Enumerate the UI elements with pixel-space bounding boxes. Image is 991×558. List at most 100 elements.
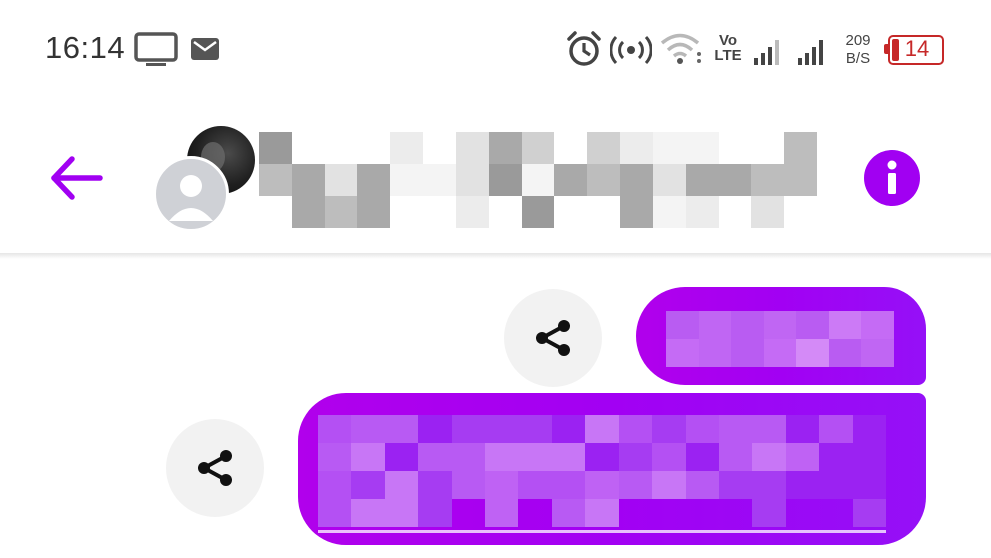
redaction-pixel bbox=[652, 415, 686, 443]
redaction-pixel bbox=[291, 196, 325, 228]
redaction-pixel bbox=[259, 164, 292, 196]
redaction-pixel bbox=[685, 443, 719, 471]
redaction-pixel bbox=[718, 415, 753, 443]
default-avatar bbox=[153, 156, 229, 232]
alarm-icon bbox=[567, 31, 601, 66]
redaction-pixel bbox=[521, 196, 555, 228]
link-underline bbox=[318, 530, 886, 533]
battery-percentage: 14 bbox=[904, 36, 930, 61]
redaction-pixel bbox=[585, 499, 619, 527]
redaction-pixel bbox=[357, 196, 391, 228]
battery-icon: 14 bbox=[884, 35, 946, 65]
redaction-pixel bbox=[666, 339, 699, 367]
redaction-pixel bbox=[751, 196, 785, 228]
redaction-pixel bbox=[796, 339, 829, 367]
redaction-pixel bbox=[752, 499, 786, 527]
redaction-pixel bbox=[852, 471, 886, 499]
redaction-pixel bbox=[652, 132, 686, 164]
redaction-pixel bbox=[698, 311, 732, 339]
redaction-pixel bbox=[423, 196, 456, 228]
redaction-pixel bbox=[718, 443, 753, 471]
redaction-pixel bbox=[351, 443, 385, 471]
redaction-pixel bbox=[451, 443, 486, 471]
redaction-pixel bbox=[585, 443, 619, 471]
redaction-pixel bbox=[318, 443, 352, 471]
redacted-message-text bbox=[666, 311, 894, 367]
redaction-pixel bbox=[685, 164, 719, 196]
redaction-pixel bbox=[587, 132, 621, 164]
message-list[interactable] bbox=[0, 259, 991, 558]
redaction-pixel bbox=[618, 471, 653, 499]
redaction-pixel bbox=[852, 415, 886, 443]
redaction-pixel bbox=[852, 499, 886, 527]
redaction-pixel bbox=[785, 471, 820, 499]
redaction-pixel bbox=[518, 443, 552, 471]
contact-avatar-group[interactable] bbox=[153, 126, 257, 232]
redaction-pixel bbox=[652, 164, 686, 196]
redaction-pixel bbox=[587, 164, 621, 196]
redaction-pixel bbox=[418, 499, 452, 527]
hotspot-icon bbox=[610, 35, 652, 65]
back-button[interactable] bbox=[48, 152, 106, 204]
redaction-pixel bbox=[861, 311, 894, 339]
redaction-pixel bbox=[554, 132, 587, 164]
redaction-pixel bbox=[455, 164, 489, 196]
tv-icon bbox=[134, 32, 178, 66]
redaction-pixel bbox=[652, 499, 685, 527]
message-bubble[interactable] bbox=[636, 287, 926, 385]
redaction-pixel bbox=[292, 132, 325, 164]
volte-top-label: Vo bbox=[718, 32, 738, 49]
contact-name-redacted[interactable] bbox=[259, 132, 817, 228]
redaction-pixel bbox=[685, 415, 719, 443]
redaction-pixel bbox=[719, 132, 752, 164]
redaction-pixel bbox=[455, 196, 489, 228]
redaction-pixel bbox=[719, 499, 752, 527]
redaction-pixel bbox=[452, 499, 485, 527]
redaction-pixel bbox=[485, 415, 519, 443]
redaction-pixel bbox=[551, 471, 586, 499]
redaction-pixel bbox=[423, 132, 456, 164]
redaction-pixel bbox=[384, 499, 419, 527]
info-button[interactable] bbox=[864, 150, 920, 206]
redaction-pixel bbox=[685, 471, 719, 499]
signal-icon bbox=[754, 40, 779, 65]
redaction-pixel bbox=[554, 196, 587, 228]
redaction-pixel bbox=[259, 132, 292, 164]
redaction-pixel bbox=[585, 415, 619, 443]
signal-icon bbox=[798, 40, 823, 65]
redaction-pixel bbox=[324, 196, 358, 228]
message-bubble[interactable] bbox=[298, 393, 926, 545]
redaction-pixel bbox=[318, 415, 352, 443]
redaction-pixel bbox=[521, 164, 555, 196]
network-speed-unit: B/S bbox=[845, 50, 871, 67]
redaction-pixel bbox=[666, 311, 699, 339]
redacted-message-text bbox=[318, 415, 886, 527]
network-speed-value: 209 bbox=[845, 32, 871, 49]
mail-icon bbox=[191, 38, 219, 60]
person-icon bbox=[169, 175, 213, 221]
redaction-pixel bbox=[686, 499, 719, 527]
share-button[interactable] bbox=[166, 419, 264, 517]
redaction-pixel bbox=[488, 132, 522, 164]
redaction-pixel bbox=[423, 164, 456, 196]
info-icon bbox=[887, 160, 897, 194]
status-time: 16:14 bbox=[45, 30, 126, 65]
redaction-pixel bbox=[852, 443, 886, 471]
redaction-pixel bbox=[786, 499, 819, 527]
chat-header bbox=[0, 100, 991, 253]
status-bar: 16:14 Vo LTE 209 B/S 14 bbox=[0, 0, 991, 100]
volte-indicator: Vo LTE bbox=[712, 33, 744, 63]
arrow-left-icon bbox=[51, 156, 103, 200]
redaction-pixel bbox=[751, 132, 784, 164]
redaction-pixel bbox=[455, 132, 489, 164]
redaction-pixel bbox=[685, 132, 719, 164]
redaction-pixel bbox=[652, 471, 686, 499]
share-button[interactable] bbox=[504, 289, 602, 387]
redaction-pixel bbox=[485, 471, 519, 499]
redaction-pixel bbox=[819, 415, 853, 443]
redaction-pixel bbox=[752, 443, 786, 471]
redaction-pixel bbox=[620, 196, 653, 228]
redaction-pixel bbox=[784, 196, 817, 228]
redaction-pixel bbox=[698, 339, 732, 367]
messenger-chat-screen: 16:14 Vo LTE 209 B/S 14 bbox=[0, 0, 991, 558]
